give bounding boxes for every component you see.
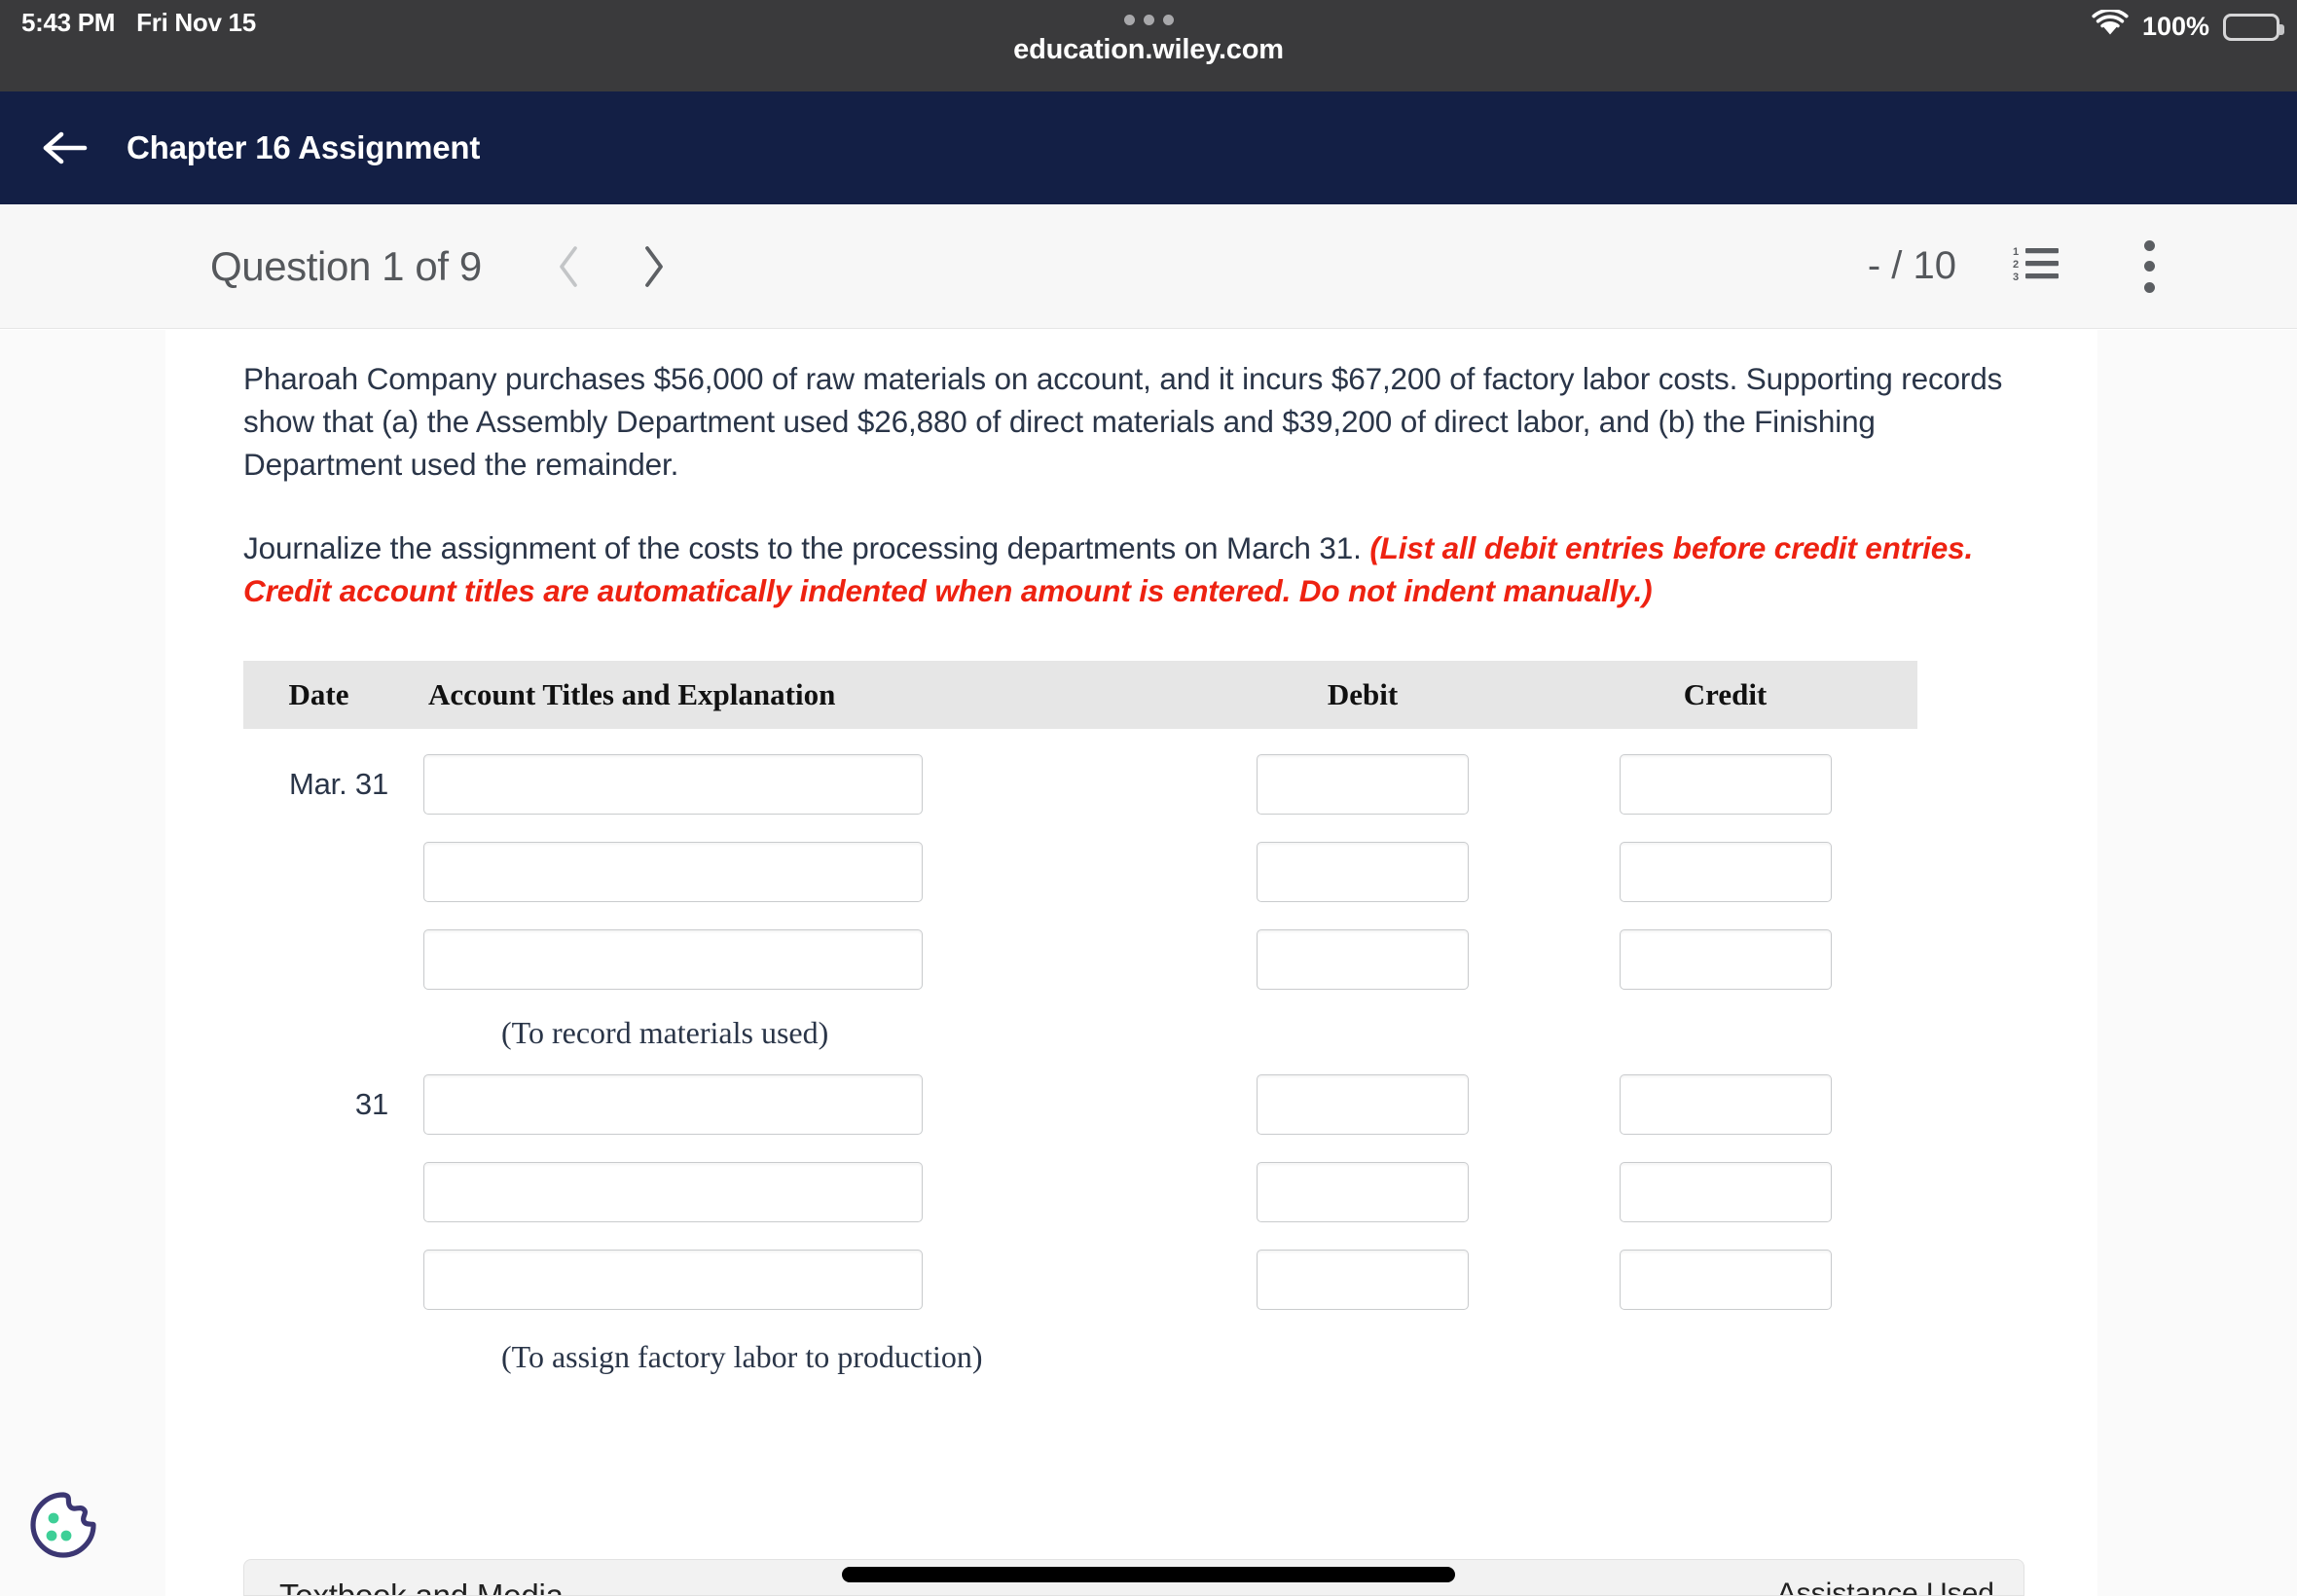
account-title-input[interactable] [423, 842, 923, 902]
debit-amount-input[interactable] [1257, 1250, 1469, 1310]
score-label: - / 10 [1867, 244, 1956, 287]
browser-url-label[interactable]: education.wiley.com [1013, 34, 1284, 66]
question-toolbar: Question 1 of 9 - / 10 1 2 3 [0, 204, 2297, 329]
credit-amount-input[interactable] [1619, 754, 1832, 815]
assistance-used-label: Assistance Used [1776, 1578, 1994, 1596]
credit-cell [1538, 1162, 1913, 1222]
entry-memo-label: (To assign factory labor to production) [501, 1339, 983, 1374]
table-row [243, 925, 1917, 994]
entry-date-label: 31 [354, 1087, 388, 1121]
question-toolbar-right: - / 10 1 2 3 [1867, 239, 2170, 293]
debit-amount-input[interactable] [1257, 929, 1469, 990]
debit-cell [1187, 754, 1538, 815]
credit-amount-input[interactable] [1619, 1074, 1832, 1135]
instruction-plain-text: Journalize the assignment of the costs t… [243, 530, 1370, 565]
dot [1162, 15, 1174, 25]
debit-cell [1187, 929, 1538, 990]
debit-cell [1187, 842, 1538, 902]
kebab-dot [2143, 281, 2155, 293]
account-title-input[interactable] [423, 1250, 923, 1310]
account-title-input[interactable] [423, 1074, 923, 1135]
credit-amount-input[interactable] [1619, 1162, 1832, 1222]
status-bar-center: education.wiley.com [0, 0, 2297, 66]
column-header-credit: Credit [1683, 677, 1768, 711]
entry-memo-label: (To record materials used) [501, 1015, 829, 1050]
svg-text:1: 1 [2013, 246, 2019, 258]
battery-full-icon [2223, 13, 2284, 41]
debit-amount-input[interactable] [1257, 1162, 1469, 1222]
credit-cell [1538, 754, 1913, 815]
credit-cell [1538, 929, 1913, 990]
debit-cell [1187, 1162, 1538, 1222]
entry-date-label: Mar. 31 [289, 767, 388, 801]
battery-tip [2279, 23, 2284, 35]
journal-entry-table: Date Account Titles and Explanation Debi… [243, 661, 1917, 1375]
journal-table-header: Date Account Titles and Explanation Debi… [243, 661, 1917, 729]
account-cell [394, 754, 1187, 815]
cookie-icon[interactable] [27, 1489, 99, 1561]
table-row [243, 1158, 1917, 1226]
app-header: Chapter 16 Assignment [0, 91, 2297, 204]
account-cell [394, 842, 1187, 902]
table-row [243, 838, 1917, 906]
assignment-title: Chapter 16 Assignment [127, 129, 481, 165]
problem-statement: Pharoah Company purchases $56,000 of raw… [243, 361, 2003, 482]
page-gutter-left [0, 330, 165, 1596]
debit-cell [1187, 1250, 1538, 1310]
svg-text:3: 3 [2013, 272, 2019, 283]
credit-amount-input[interactable] [1619, 842, 1832, 902]
question-counter-label: Question 1 of 9 [210, 242, 482, 289]
page-gutter-right [2097, 330, 2297, 1596]
chevron-right-icon[interactable] [628, 241, 678, 292]
account-title-input[interactable] [423, 1162, 923, 1222]
question-content-area: Pharoah Company purchases $56,000 of raw… [165, 330, 2097, 1596]
account-cell [394, 929, 1187, 990]
column-header-debit: Debit [1327, 677, 1399, 711]
table-row: 31 [243, 1070, 1917, 1139]
textbook-and-media-label: Textbook and Media [279, 1578, 564, 1596]
account-title-input[interactable] [423, 754, 923, 815]
credit-cell [1538, 1250, 1913, 1310]
debit-amount-input[interactable] [1257, 754, 1469, 815]
debit-amount-input[interactable] [1257, 842, 1469, 902]
ios-status-bar: 5:43 PM Fri Nov 15 education.wiley.com 1… [0, 0, 2297, 91]
three-dots-icon[interactable] [1123, 15, 1174, 25]
debit-cell [1187, 1074, 1538, 1135]
kebab-dot [2143, 261, 2155, 272]
problem-instruction: Journalize the assignment of the costs t… [243, 526, 2024, 612]
account-cell [394, 1162, 1187, 1222]
battery-percent-label: 100% [2141, 12, 2209, 41]
debit-amount-input[interactable] [1257, 1074, 1469, 1135]
dot [1143, 15, 1154, 25]
kebab-dot [2143, 239, 2155, 251]
account-cell [394, 1074, 1187, 1135]
account-cell [394, 1250, 1187, 1310]
column-header-date: Date [288, 677, 349, 711]
vertical-kebab-icon[interactable] [2128, 239, 2170, 293]
wifi-icon [2092, 8, 2129, 44]
dot [1123, 15, 1135, 25]
back-arrow-icon[interactable] [37, 121, 91, 175]
credit-cell [1538, 842, 1913, 902]
credit-cell [1538, 1074, 1913, 1135]
home-indicator[interactable] [842, 1567, 1455, 1582]
status-bar-right: 100% [2092, 8, 2284, 44]
credit-amount-input[interactable] [1619, 1250, 1832, 1310]
column-header-account: Account Titles and Explanation [428, 677, 836, 711]
ipad-browser-screen: 5:43 PM Fri Nov 15 education.wiley.com 1… [0, 0, 2297, 1596]
numbered-list-icon[interactable]: 1 2 3 [2013, 244, 2060, 288]
table-row: Mar. 31 [243, 750, 1917, 818]
table-row [243, 1246, 1917, 1314]
chevron-left-icon[interactable] [544, 241, 595, 292]
svg-text:2: 2 [2013, 259, 2019, 271]
account-title-input[interactable] [423, 929, 923, 990]
credit-amount-input[interactable] [1619, 929, 1832, 990]
